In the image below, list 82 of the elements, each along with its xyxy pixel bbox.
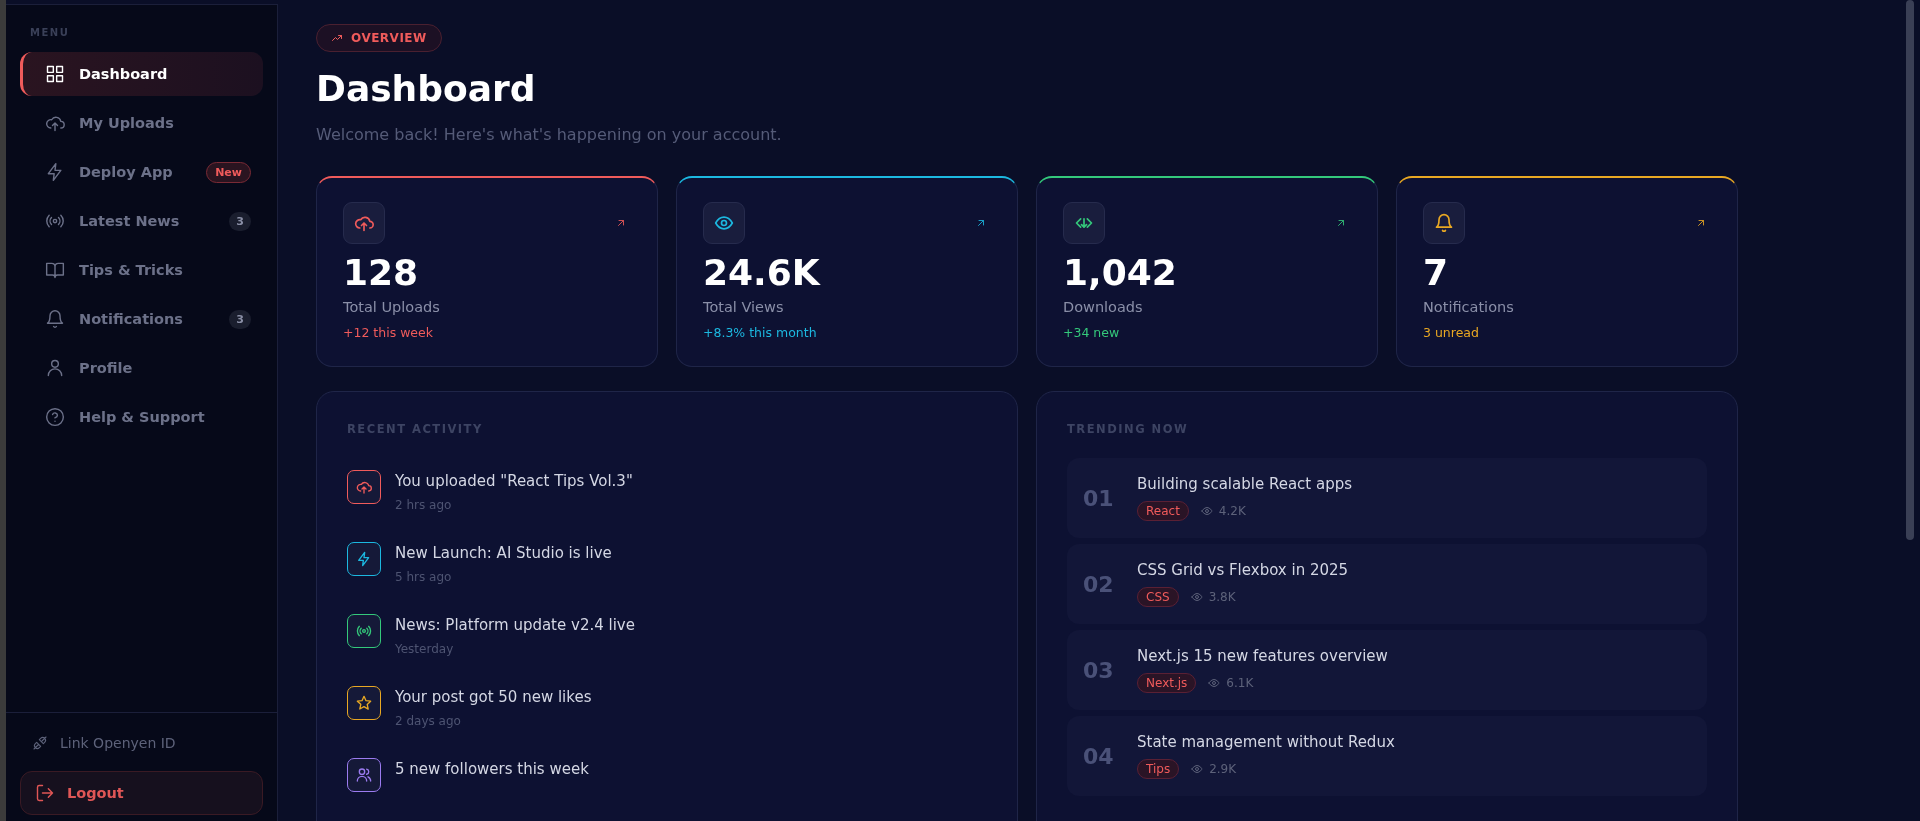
stat-value: 7 [1423, 252, 1450, 293]
eye-icon [1208, 677, 1221, 689]
bell-icon [1434, 213, 1454, 233]
stat-value: 1,042 [1063, 252, 1178, 293]
rank-number: 02 [1083, 571, 1115, 597]
sidebar-item[interactable]: Notifications 3 [20, 297, 263, 341]
activity-text: New Launch: AI Studio is live [395, 544, 612, 562]
activity-text: You uploaded "React Tips Vol.3" [395, 472, 633, 490]
arrow-up-right-icon[interactable] [1695, 217, 1707, 229]
sidebar-item[interactable]: Dashboard [20, 52, 263, 96]
users-icon [356, 767, 372, 783]
user-icon [45, 358, 65, 378]
tag-chip: CSS [1137, 587, 1179, 607]
eye-icon [1200, 505, 1213, 517]
activity-time: 2 hrs ago [395, 498, 453, 512]
trend-icon [331, 32, 343, 44]
activity-text: 5 new followers this week [395, 760, 589, 778]
overview-pill: OVERVIEW [316, 24, 442, 52]
rank-number: 01 [1083, 485, 1115, 511]
rank-number: 04 [1083, 743, 1115, 769]
sidebar-item[interactable]: Tips & Tricks [20, 248, 263, 292]
plug-icon [32, 735, 48, 751]
stat-change: 3 unread [1423, 325, 1480, 340]
trending-title: Next.js 15 new features overview [1137, 647, 1388, 665]
logout-icon [35, 783, 55, 803]
trending-item[interactable]: 03 Next.js 15 new features overview Next.js 6.1K [1067, 630, 1707, 710]
bell-icon [45, 309, 65, 329]
stat-label: Total Uploads [343, 299, 441, 315]
arrow-up-right-icon[interactable] [615, 217, 627, 229]
tag-chip: React [1137, 501, 1189, 521]
star-icon [356, 695, 372, 711]
activity-time: Yesterday [395, 642, 455, 656]
stat-change: +34 new [1063, 325, 1121, 340]
page-title: Dashboard [316, 68, 537, 109]
view-count: 4.2K [1218, 504, 1246, 518]
trending-title: Building scalable React apps [1137, 475, 1353, 493]
activity-time: 5 hrs ago [395, 570, 453, 584]
tag-chip: Tips [1137, 759, 1180, 779]
stat-value: 128 [343, 252, 420, 293]
trending-item[interactable]: 02 CSS Grid vs Flexbox in 2025 CSS 3.8K [1067, 544, 1707, 624]
tag-chip: Next.js [1137, 673, 1197, 693]
sidebar-badge: 3 [229, 309, 251, 329]
stat-value: 24.6K [703, 252, 822, 293]
sidebar-item[interactable]: Profile [20, 346, 263, 390]
eye-icon [714, 213, 734, 233]
sidebar-item[interactable]: Deploy App New [20, 150, 263, 194]
activity-time: 2 days ago [395, 714, 462, 728]
sidebar-badge: New [206, 161, 251, 183]
arrow-up-right-icon[interactable] [1335, 217, 1347, 229]
arrow-up-right-icon[interactable] [975, 217, 987, 229]
stat-change: +12 this week [343, 325, 434, 340]
stat-label: Downloads [1063, 299, 1144, 315]
book-icon [45, 260, 65, 280]
trending-title: State management without Redux [1137, 733, 1395, 751]
sidebar-item[interactable]: Latest News 3 [20, 199, 263, 243]
lightning-icon [356, 551, 372, 567]
trending-item[interactable]: 01 Building scalable React apps React 4.2K [1067, 458, 1707, 538]
grid-icon [45, 64, 65, 84]
stat-label: Total Views [703, 299, 785, 315]
sidebar-item[interactable]: Help & Support [20, 395, 263, 439]
trending-title: CSS Grid vs Flexbox in 2025 [1137, 561, 1349, 579]
sidebar-item[interactable]: My Uploads [20, 101, 263, 145]
sidebar-badge: 3 [229, 211, 251, 231]
activity-text: Your post got 50 new likes [395, 688, 592, 706]
cloud-upload-icon [356, 479, 372, 495]
trending-item[interactable]: 04 State management without Redux Tips 2.9K [1067, 716, 1707, 796]
help-icon [45, 407, 65, 427]
link-account-link[interactable]: Link Openyen ID [20, 729, 263, 757]
activity-text: News: Platform update v2.4 live [395, 616, 635, 634]
view-count: 3.8K [1208, 590, 1236, 604]
stat-change: +8.3% this month [703, 325, 818, 340]
eye-icon [1190, 591, 1203, 603]
logout-button[interactable]: Logout [20, 771, 263, 815]
view-count: 2.9K [1209, 762, 1237, 776]
broadcast-icon [356, 623, 372, 639]
eye-icon [1191, 763, 1204, 775]
menu-section-label: MENU [29, 26, 71, 38]
stat-label: Notifications [1423, 299, 1515, 315]
scrollbar[interactable] [1906, 0, 1914, 540]
view-count: 6.1K [1226, 676, 1254, 690]
page-subtitle: Welcome back! Here's what's happening on your account. [316, 125, 783, 144]
rank-number: 03 [1083, 657, 1115, 683]
